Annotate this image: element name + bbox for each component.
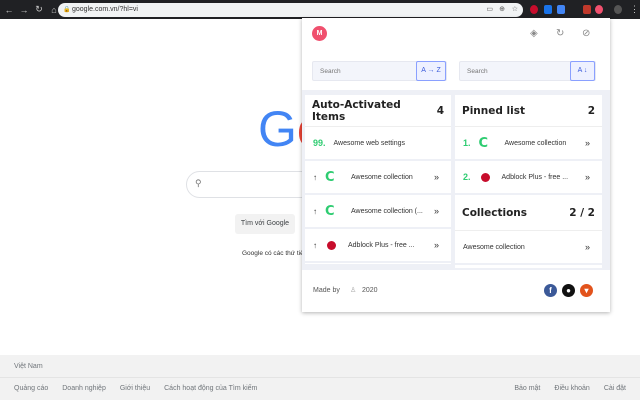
panel-title: Auto-Activated Items bbox=[312, 98, 401, 123]
extension-icon[interactable] bbox=[583, 5, 591, 14]
collection-item[interactable]: Awesome collection » bbox=[455, 231, 602, 265]
footer-link[interactable]: Doanh nghiệp bbox=[62, 385, 106, 392]
footer-link[interactable]: Quảng cáo bbox=[14, 385, 48, 392]
footer-link[interactable]: Bảo mật bbox=[514, 385, 540, 392]
list-item[interactable]: ↑ C Awesome collection » bbox=[305, 161, 451, 195]
language-offer: Google có các thứ tiếng bbox=[242, 250, 312, 257]
position: 1. bbox=[463, 138, 471, 148]
pinned-panel: Pinned list 2 1. C Awesome collection » 2. Ad… bbox=[455, 95, 602, 268]
back-icon[interactable]: ← bbox=[3, 5, 15, 15]
collection-icon: C bbox=[325, 203, 335, 219]
author-icon: ♙ bbox=[350, 287, 357, 294]
collections-title: Collections bbox=[462, 206, 528, 219]
collections-count: 2 / 2 bbox=[569, 206, 595, 219]
item-label: Adblock Plus - free ... bbox=[501, 173, 569, 181]
item-label: Awesome collection bbox=[351, 173, 413, 181]
country: Việt Nam bbox=[14, 363, 43, 370]
chevron-right-icon[interactable]: » bbox=[434, 240, 439, 250]
google-footer: Việt Nam Quảng cáo Doanh nghiệp Giới thi… bbox=[0, 355, 640, 400]
facebook-icon[interactable]: f bbox=[544, 284, 557, 297]
position: 2. bbox=[463, 172, 471, 182]
google-search-button[interactable]: Tìm với Google bbox=[235, 214, 295, 234]
arrow-up-icon[interactable]: ↑ bbox=[313, 241, 317, 250]
panel-count: 4 bbox=[436, 104, 444, 117]
profile-avatar[interactable] bbox=[614, 5, 622, 14]
app-logo: M bbox=[312, 26, 327, 41]
collection-icon: C bbox=[325, 169, 335, 185]
list-item[interactable]: ↑ Adblock Plus - free ... » bbox=[305, 229, 451, 263]
list-item[interactable]: 1. C Awesome collection » bbox=[455, 127, 602, 161]
arrow-up-icon[interactable]: ↑ bbox=[313, 207, 317, 216]
priority: 99. bbox=[313, 138, 326, 148]
adblock-icon bbox=[327, 240, 336, 250]
browser-toolbar: ← → ↻ ⌂ 🔒 google.com.vn/?hl=vi ▭ ⊕ ☆ ⋮ bbox=[0, 0, 640, 19]
chevron-right-icon[interactable]: » bbox=[434, 206, 439, 216]
auto-activated-panel: Auto-Activated Items 4 99. Awesome web set… bbox=[305, 95, 451, 264]
panel-count: 2 bbox=[587, 104, 595, 117]
address-bar[interactable]: 🔒 google.com.vn/?hl=vi ▭ ⊕ ☆ bbox=[58, 3, 523, 17]
made-by: Made by bbox=[313, 287, 340, 294]
layers-icon[interactable]: ◈ bbox=[530, 28, 538, 39]
item-label: Awesome web settings bbox=[333, 139, 405, 147]
list-item[interactable]: ↑ C Awesome collection (... » bbox=[305, 195, 451, 229]
disable-icon[interactable]: ⊘ bbox=[582, 28, 590, 39]
footer-link[interactable]: Điều khoản bbox=[554, 385, 589, 392]
refresh-icon[interactable]: ↻ bbox=[556, 28, 564, 39]
panel-title: Pinned list bbox=[462, 104, 526, 117]
search-input[interactable] bbox=[460, 62, 560, 80]
chevron-right-icon[interactable]: » bbox=[585, 172, 590, 182]
lock-icon: 🔒 bbox=[63, 7, 71, 13]
extension-icon[interactable] bbox=[544, 5, 552, 14]
star-icon[interactable]: ☆ bbox=[512, 3, 518, 17]
search-input[interactable] bbox=[313, 62, 413, 80]
item-label: Awesome collection bbox=[504, 139, 567, 147]
reload-icon[interactable]: ↻ bbox=[33, 4, 45, 15]
menu-icon[interactable]: ⋮ bbox=[630, 4, 639, 15]
year: 2020 bbox=[362, 287, 378, 294]
sort-az-button[interactable]: A → Z bbox=[416, 61, 446, 81]
extension-icon[interactable] bbox=[557, 5, 565, 14]
search-pinned: A ↓ bbox=[459, 61, 596, 81]
chevron-right-icon[interactable]: » bbox=[434, 172, 439, 182]
footer-link[interactable]: Cài đặt bbox=[604, 385, 626, 392]
footer-link[interactable]: Giới thiệu bbox=[120, 385, 150, 392]
popup-footer: Made by ♙ 2020 f ● ▾ bbox=[302, 270, 610, 312]
gitlab-icon[interactable]: ▾ bbox=[580, 284, 593, 297]
list-item[interactable]: 2. Adblock Plus - free ... » bbox=[455, 161, 602, 195]
popup-header: M ◈ ↻ ⊘ A → Z A ↓ bbox=[302, 18, 610, 90]
search-icon: ⚲ bbox=[195, 178, 202, 188]
zoom-icon[interactable]: ⊕ bbox=[499, 3, 505, 17]
search-auto: A → Z bbox=[312, 61, 447, 81]
extension-popup: M ◈ ↻ ⊘ A → Z A ↓ Auto-Activated Items 4 … bbox=[302, 18, 610, 312]
sort-button[interactable]: A ↓ bbox=[570, 61, 595, 81]
url-text: google.com.vn/?hl=vi bbox=[72, 6, 138, 13]
install-icon[interactable]: ▭ bbox=[486, 3, 493, 17]
adblock-extension-icon[interactable] bbox=[530, 5, 538, 14]
adblock-icon bbox=[480, 172, 490, 182]
footer-link[interactable]: Cách hoạt động của Tìm kiếm bbox=[164, 385, 257, 392]
item-label: Awesome collection (... bbox=[351, 207, 423, 215]
github-icon[interactable]: ● bbox=[562, 284, 575, 297]
forward-icon[interactable]: → bbox=[18, 5, 30, 15]
collection-icon: C bbox=[478, 135, 489, 151]
item-label: Awesome collection bbox=[463, 243, 525, 251]
list-item[interactable]: 99. Awesome web settings bbox=[305, 127, 451, 161]
arrow-up-icon[interactable]: ↑ bbox=[313, 173, 317, 182]
chevron-right-icon[interactable]: » bbox=[585, 138, 590, 148]
chevron-right-icon[interactable]: » bbox=[585, 242, 590, 252]
item-label: Adblock Plus - free ... bbox=[348, 241, 415, 249]
extension-icon-active[interactable] bbox=[595, 5, 603, 14]
